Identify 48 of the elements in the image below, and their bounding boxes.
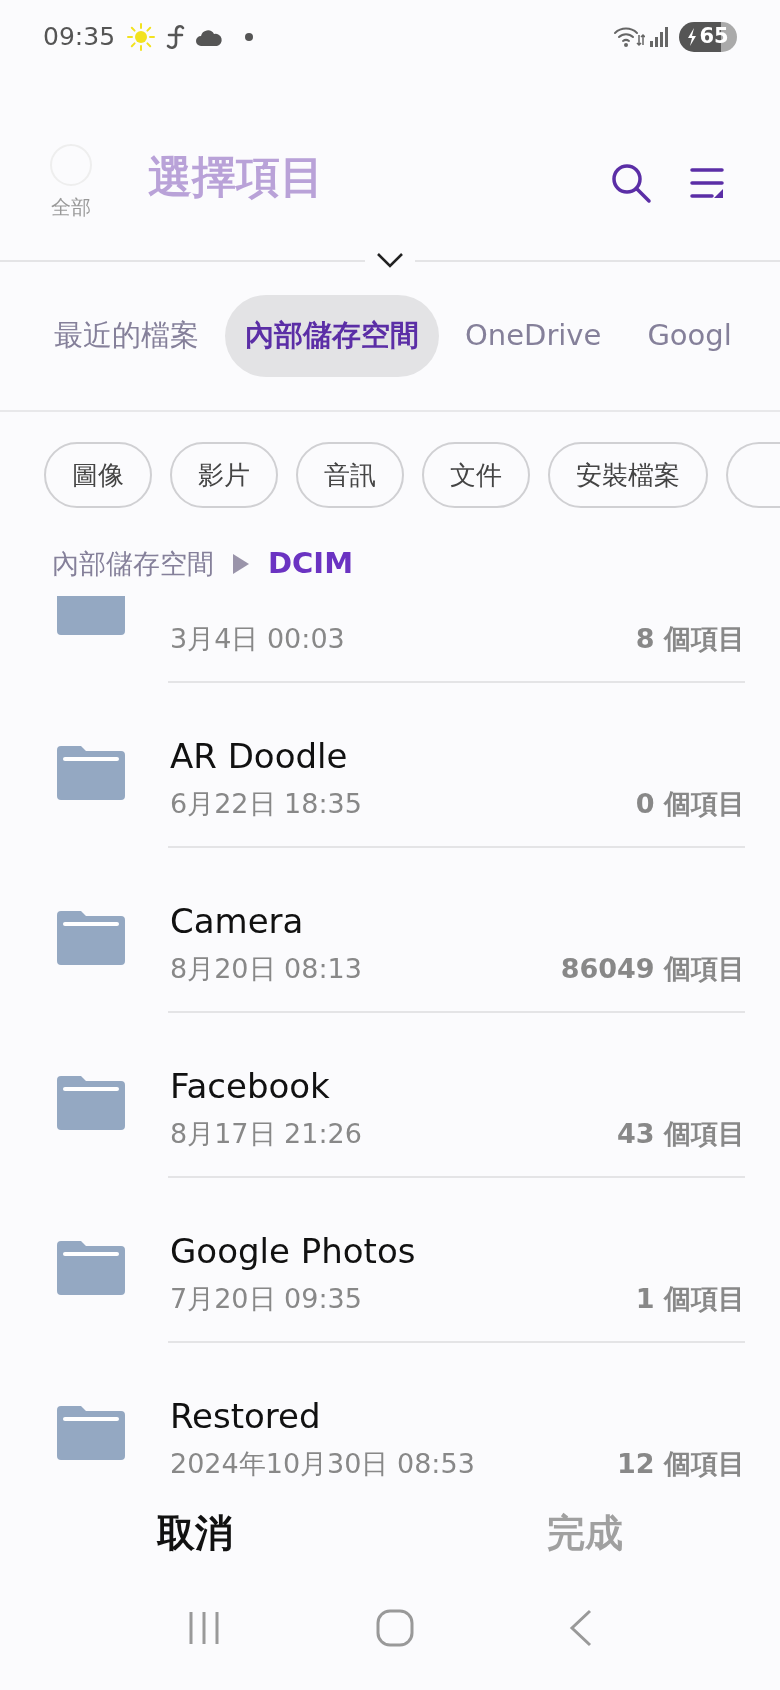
filter-chip[interactable]: 文件	[422, 442, 530, 508]
back-icon[interactable]	[568, 1609, 593, 1647]
screen-title: 選擇項目	[148, 150, 324, 204]
folder-date: 6月22日 18:35	[170, 786, 362, 821]
home-icon[interactable]	[376, 1609, 414, 1647]
folder-name: Restored	[170, 1394, 322, 1438]
folder-name: Google Photos	[170, 1229, 417, 1273]
folder-row[interactable]: Camera 8月20日 08:13 86049 個項目	[0, 848, 780, 1013]
item-count: 8 個項目	[635, 621, 745, 656]
folder-date: 7月20日 09:35	[170, 1281, 362, 1316]
folder-date: 8月20日 08:13	[170, 951, 362, 986]
folder-row[interactable]: Facebook 8月17日 21:26 43 個項目	[0, 1013, 780, 1178]
action-button[interactable]: 取消	[0, 1488, 390, 1578]
battery-indicator: 65	[679, 22, 737, 52]
filter-chip[interactable]: 圖像	[44, 442, 152, 508]
item-count: 43 個項目	[617, 1116, 745, 1151]
status-time: 09:35	[43, 21, 116, 54]
folder-date: 2024年10月30日 08:53	[170, 1446, 475, 1480]
folder-date: 3月4日 00:03	[170, 621, 345, 656]
item-count: 86049 個項目	[560, 951, 745, 986]
filter-chip[interactable]: 音訊	[296, 442, 404, 508]
wifi-icon	[613, 25, 645, 49]
folder-row[interactable]: Google Photos 7月20日 09:35 1 個項目	[0, 1178, 780, 1343]
sun-icon	[127, 23, 156, 51]
folder-name: Camera	[170, 899, 305, 943]
search-icon[interactable]	[610, 162, 652, 204]
item-count: 12 個項目	[617, 1446, 745, 1480]
signal-icon	[649, 26, 671, 48]
chevron-right-icon	[232, 553, 250, 575]
filter-chip[interactable]: 影片	[170, 442, 278, 508]
filter-chip[interactable]	[726, 442, 780, 508]
storage-tab[interactable]: 內部儲存空間	[225, 295, 439, 377]
breadcrumb-current: DCIM	[268, 545, 353, 583]
breadcrumb-item[interactable]: 內部儲存空間	[52, 543, 214, 585]
storage-tab[interactable]: Googl	[627, 295, 752, 377]
chevron-down-icon[interactable]	[376, 252, 404, 268]
folder-row[interactable]: Restored 2024年10月30日 08:53 12 個項目	[0, 1343, 780, 1480]
item-count: 1 個項目	[635, 1281, 745, 1316]
recent-apps-icon[interactable]	[187, 1610, 222, 1646]
item-count: 0 個項目	[635, 786, 745, 821]
filter-chip[interactable]: 安裝檔案	[548, 442, 708, 508]
folder-date: 8月17日 21:26	[170, 1116, 362, 1151]
sort-list-icon[interactable]	[690, 166, 724, 200]
storage-tab[interactable]: OneDrive	[445, 295, 622, 377]
folder-name: Facebook	[170, 1064, 331, 1108]
storage-tab[interactable]: 最近的檔案	[34, 295, 219, 377]
folder-name: AR Doodle	[170, 734, 349, 778]
folder-row[interactable]: AR Doodle 6月22日 18:35 0 個項目	[0, 683, 780, 848]
